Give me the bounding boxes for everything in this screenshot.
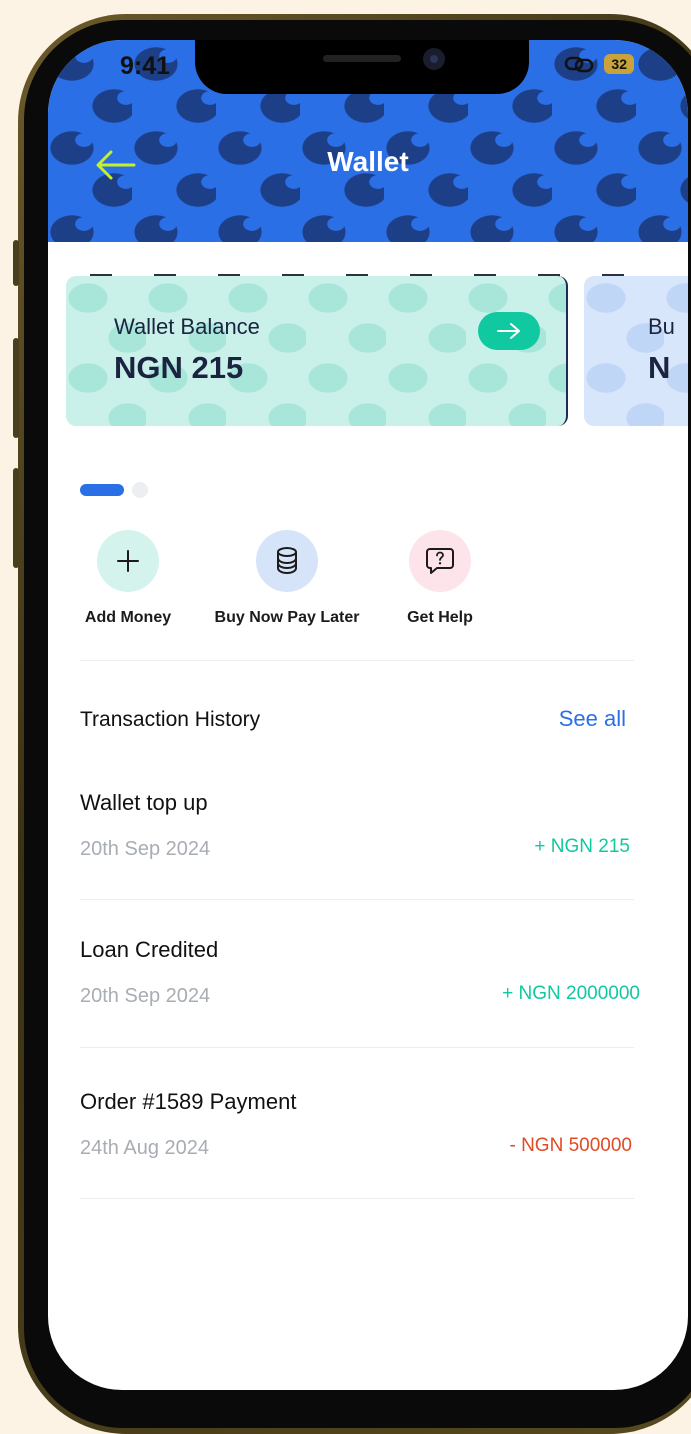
wallet-details-button[interactable] [478, 312, 540, 350]
buy-now-pay-later-button[interactable]: Buy Now Pay Later [210, 530, 364, 627]
side-button [13, 338, 19, 438]
carousel-indicator [80, 482, 148, 498]
transaction-date: 20th Sep 2024 [80, 838, 211, 860]
wallet-balance-amount: NGN 215 [114, 350, 244, 385]
device-notch [195, 40, 529, 94]
card-label: Bu [648, 314, 675, 339]
transaction-row[interactable]: Wallet top up 20th Sep 2024 + NGN 215 [48, 786, 688, 896]
see-all-link[interactable]: See all [559, 706, 626, 732]
quick-actions: Add Money Buy Now Pay Later Get Help [48, 530, 688, 630]
speaker [323, 55, 401, 62]
status-time: 9:41 [120, 52, 171, 80]
divider [80, 899, 634, 900]
transaction-date: 24th Aug 2024 [80, 1137, 210, 1159]
front-camera [423, 48, 445, 70]
action-label: Buy Now Pay Later [214, 609, 360, 626]
action-circle [409, 530, 471, 592]
side-button [13, 240, 19, 286]
transaction-amount: + NGN 2000000 [502, 983, 640, 1004]
add-money-button[interactable]: Add Money [80, 530, 176, 627]
transaction-title: Wallet top up [80, 790, 208, 815]
action-circle [97, 530, 159, 592]
card-label: Wallet Balance [114, 314, 260, 339]
plus-icon [117, 550, 139, 572]
wallet-balance-card[interactable]: Wallet Balance NGN 215 [66, 276, 568, 426]
divider [80, 1198, 634, 1199]
side-button [13, 468, 19, 568]
get-help-button[interactable]: Get Help [394, 530, 486, 627]
transaction-history-heading: Transaction History [80, 708, 261, 731]
divider [80, 660, 634, 661]
page-title: Wallet [327, 146, 409, 177]
action-label: Add Money [84, 609, 172, 626]
wallet-card-carousel[interactable]: Wallet Balance NGN 215 Bu N [48, 274, 688, 436]
page-dot[interactable] [132, 482, 148, 498]
action-label: Get Help [407, 609, 473, 626]
arrow-right-icon [497, 323, 520, 339]
transaction-date: 20th Sep 2024 [80, 985, 211, 1007]
transaction-row[interactable]: Order #1589 Payment 24th Aug 2024 - NGN … [48, 1085, 688, 1195]
bnpl-amount: N [648, 350, 671, 385]
link-icon [565, 56, 594, 73]
bnpl-card[interactable]: Bu N [584, 276, 688, 426]
action-circle [256, 530, 318, 592]
transaction-row[interactable]: Loan Credited 20th Sep 2024 + NGN 200000… [48, 933, 688, 1043]
transaction-amount: - NGN 500000 [509, 1135, 632, 1156]
transaction-title: Order #1589 Payment [80, 1089, 297, 1114]
transaction-title: Loan Credited [80, 937, 219, 962]
divider [80, 1047, 634, 1048]
battery-indicator: 32 [604, 54, 634, 74]
page-dot-active[interactable] [80, 484, 124, 496]
transaction-amount: + NGN 215 [534, 836, 630, 857]
coins-stack-icon [277, 547, 297, 575]
app-screen: 9:41 32 Wallet Wallet Balance NGN 215 Bu [48, 40, 688, 1390]
help-bubble-icon [426, 548, 454, 574]
status-indicators: 32 [564, 54, 634, 74]
